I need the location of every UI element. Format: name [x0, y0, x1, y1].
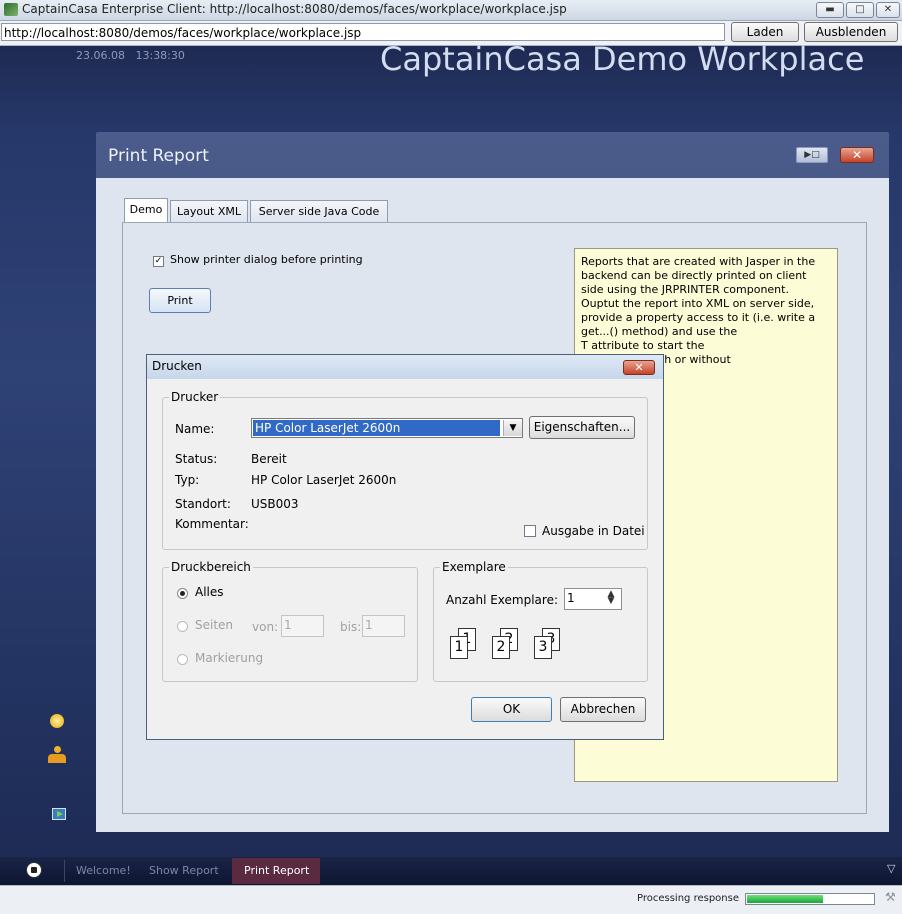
collate-icon: 1 1 2 2 3 3 [446, 626, 576, 664]
workplace-time: 13:38:30 [135, 49, 185, 62]
copies-value: 1 [567, 591, 575, 605]
info-line: backend can be directly printed on clien… [581, 269, 807, 282]
info-line: Ouptut the report into XML on server sid… [581, 297, 815, 310]
maximize-button[interactable]: □ [846, 2, 874, 18]
from-input[interactable]: 1 [281, 615, 324, 637]
dialog-close-icon[interactable]: ✕ [623, 360, 655, 375]
print-dialog-title-bar: Drucken [147, 355, 663, 379]
status-label: Status: [175, 452, 218, 466]
tab-server-java-code[interactable]: Server side Java Code [250, 200, 388, 222]
taskbar-item-welcome[interactable]: Welcome! [76, 864, 131, 877]
info-line: Reports that are created with Jasper in … [581, 255, 816, 268]
type-value: HP Color LaserJet 2600n [251, 473, 397, 487]
printer-select-value: HP Color LaserJet 2600n [253, 420, 500, 436]
from-label: von: [252, 620, 279, 634]
show-dialog-label: Show printer dialog before printing [170, 253, 363, 266]
location-value: USB003 [251, 497, 299, 511]
workplace-title: CaptainCasa Demo Workplace [380, 40, 865, 78]
workplace-datetime: 23.06.08 13:38:30 [76, 49, 185, 62]
soccer-ball-icon[interactable] [26, 862, 42, 878]
printer-select[interactable]: HP Color LaserJet 2600n ▼ [251, 418, 523, 438]
window-title: CaptainCasa Enterprise Client: http://lo… [22, 2, 567, 16]
range-selection-radio[interactable] [177, 654, 188, 665]
hide-button[interactable]: Ausblenden [804, 22, 898, 42]
tab-demo[interactable]: Demo [124, 198, 168, 222]
url-input[interactable]: http://localhost:8080/demos/faces/workpl… [1, 23, 725, 41]
tab-layout-xml[interactable]: Layout XML [170, 200, 248, 222]
print-button[interactable]: Print [149, 288, 211, 313]
exit-icon[interactable] [52, 808, 66, 820]
range-all-label: Alles [195, 585, 224, 599]
window-title-bar: CaptainCasa Enterprise Client: http://lo… [0, 0, 902, 21]
panel-popout-icon[interactable]: ▶□ [796, 147, 828, 163]
chevron-down-icon[interactable]: ▼ [503, 420, 522, 436]
app-icon [4, 3, 18, 16]
name-label: Name: [175, 422, 215, 436]
range-selection-label: Markierung [195, 651, 264, 665]
to-input[interactable]: 1 [362, 615, 405, 637]
taskbar-item-show-report[interactable]: Show Report [149, 864, 219, 877]
info-line: get...() method) and use the [581, 325, 738, 338]
taskbar-chevron-down-icon[interactable]: ▽ [887, 862, 895, 875]
print-range-group-label: Druckbereich [171, 560, 251, 574]
progress-bar [745, 893, 875, 905]
wrench-icon: ⚒ [885, 890, 896, 904]
copies-stepper[interactable]: 1 ▲ ▼ [564, 588, 622, 610]
properties-button[interactable]: Eigenschaften... [529, 416, 635, 439]
minimize-button[interactable]: ▬ [816, 2, 844, 18]
location-label: Standort: [175, 497, 231, 511]
copies-group-label: Exemplare [442, 560, 506, 574]
ok-button[interactable]: OK [471, 697, 552, 722]
print-to-file-checkbox[interactable] [524, 525, 536, 537]
close-window-button[interactable]: ✕ [876, 2, 900, 18]
smiley-icon[interactable] [50, 714, 64, 728]
cancel-button[interactable]: Abbrechen [560, 697, 646, 722]
workplace-date: 23.06.08 [76, 49, 125, 62]
info-line: provide a property access to it (i.e. wr… [581, 311, 816, 324]
status-text: Processing response [637, 893, 739, 904]
workplace-taskbar [0, 857, 902, 885]
type-label: Typ: [175, 473, 200, 487]
show-dialog-checkbox[interactable]: ✓ [153, 256, 164, 267]
comment-label: Kommentar: [175, 517, 249, 531]
range-pages-label: Seiten [195, 618, 234, 632]
load-button[interactable]: Laden [731, 22, 799, 42]
people-icon[interactable] [48, 746, 66, 764]
range-pages-radio[interactable] [177, 621, 188, 632]
range-all-radio[interactable] [177, 588, 188, 599]
print-to-file-label: Ausgabe in Datei [542, 524, 645, 538]
info-line: T attribute to start the [581, 339, 705, 352]
info-line: side using the JRPRINTER component. [581, 283, 789, 296]
panel-title: Print Report [108, 146, 209, 166]
status-value: Bereit [251, 452, 287, 466]
print-dialog-title: Drucken [152, 359, 202, 373]
taskbar-divider [64, 860, 65, 882]
taskbar-item-print-report[interactable]: Print Report [244, 864, 309, 877]
copies-label: Anzahl Exemplare: [446, 593, 559, 607]
printer-group-label: Drucker [171, 390, 219, 404]
spinner-arrows-icon[interactable]: ▲ ▼ [603, 590, 619, 607]
to-label: bis: [340, 620, 362, 634]
progress-fill [747, 895, 823, 903]
panel-close-icon[interactable]: ✕ [840, 147, 874, 163]
